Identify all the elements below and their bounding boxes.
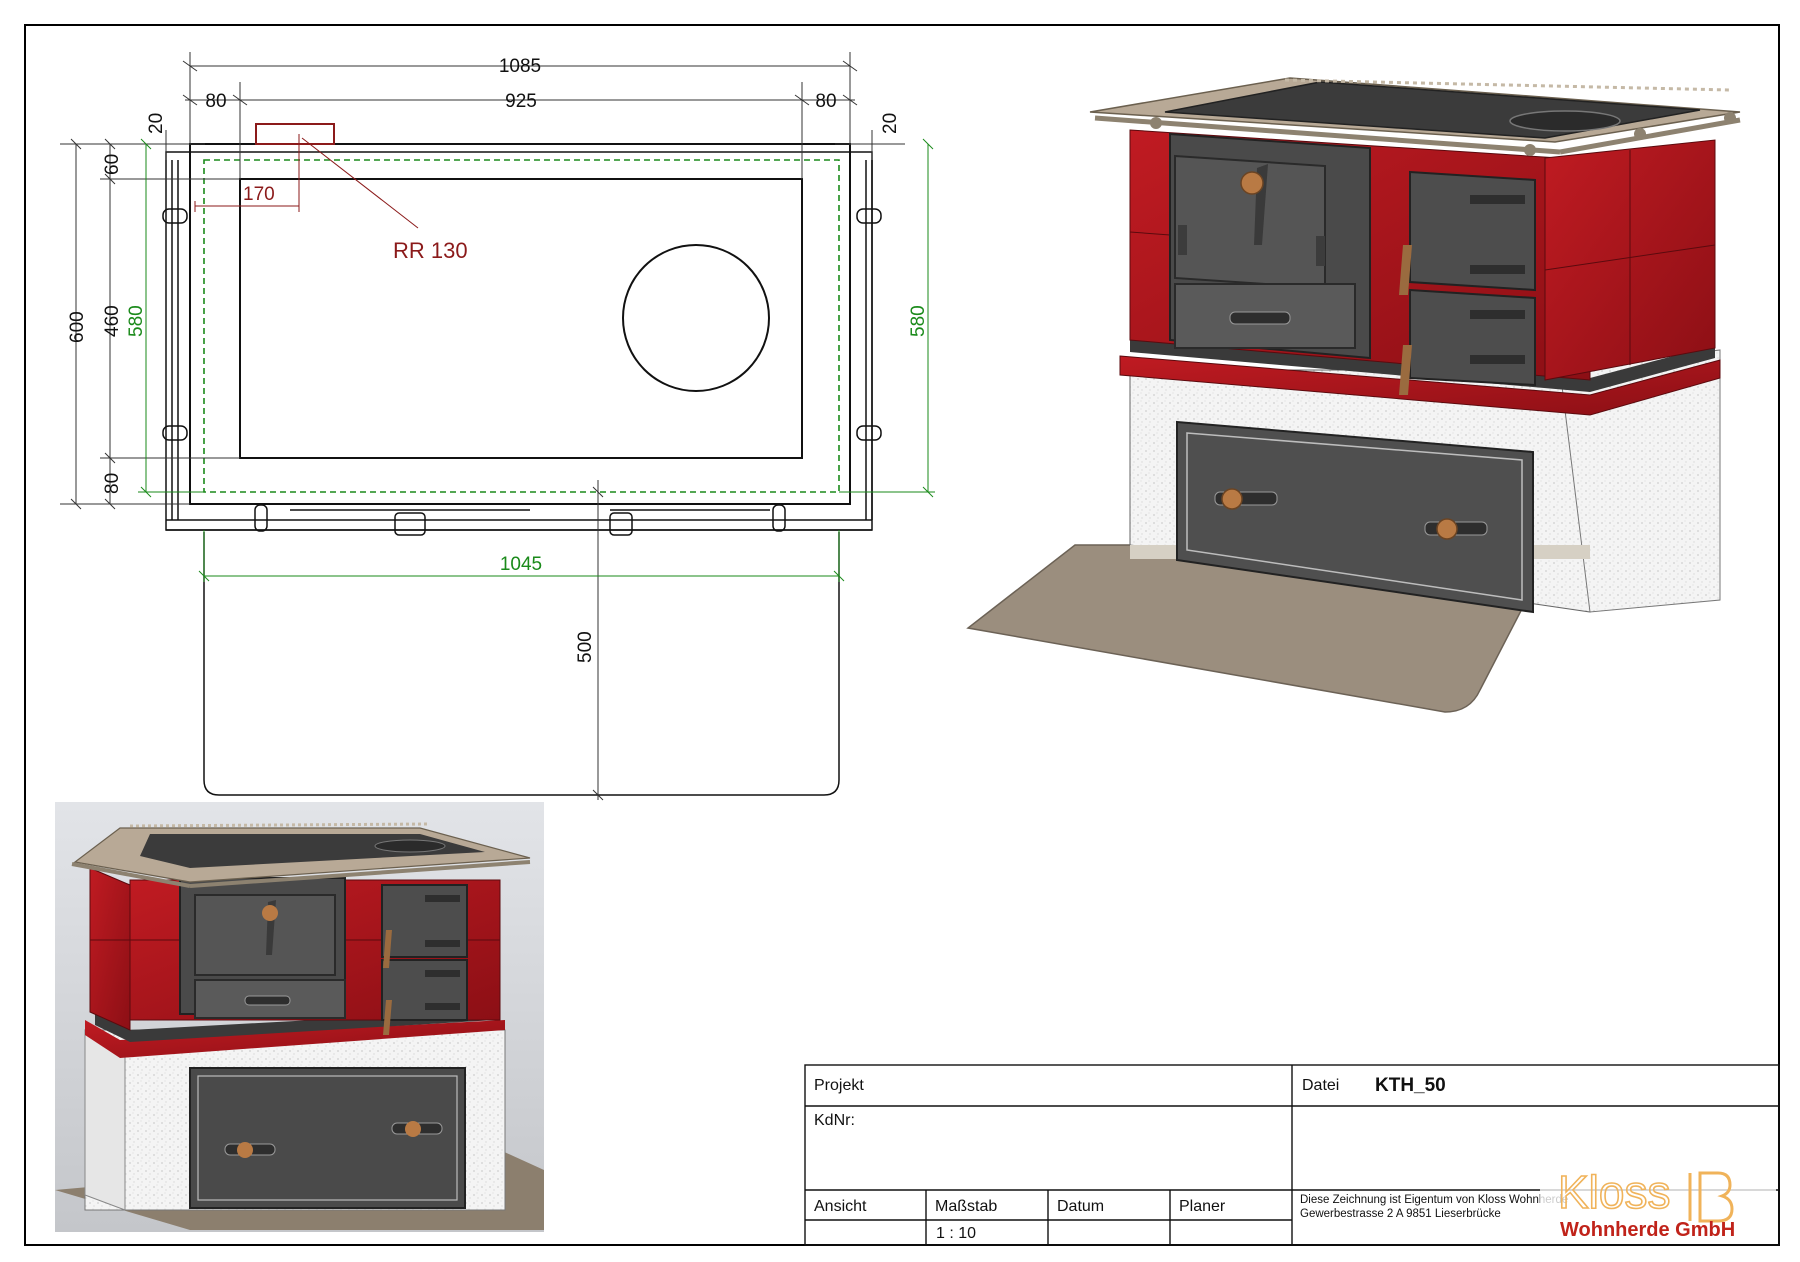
- title-datum-label: Datum: [1057, 1198, 1104, 1215]
- stove-photo-thumbnail: [55, 802, 544, 1232]
- company-logo: Kloss Wohnherde GmbH: [1540, 1165, 1776, 1242]
- title-ansicht-label: Ansicht: [814, 1198, 867, 1215]
- dim-right-offset: 20: [880, 113, 901, 134]
- title-massstab-value: 1 : 10: [936, 1225, 976, 1242]
- title-owner-line2: Gewerbestrasse 2 A 9851 Lieserbrücke: [1300, 1208, 1501, 1220]
- dim-overall-width: 1085: [499, 56, 541, 77]
- dim-top-band: 60: [102, 154, 123, 175]
- dim-height-green-right: 580: [908, 305, 929, 337]
- dim-right-margin: 80: [815, 91, 836, 112]
- dim-height-green-left: 580: [126, 305, 147, 337]
- hotplate-ring: [622, 244, 770, 392]
- stove-outline: [189, 143, 851, 505]
- hob-plate: [239, 178, 803, 459]
- dimension-lines: [60, 52, 905, 801]
- dim-center-width: 925: [505, 91, 537, 112]
- plan-view: [162, 143, 882, 796]
- dim-height-total: 600: [67, 311, 88, 343]
- dim-bottom-band: 80: [102, 473, 123, 494]
- title-owner-line1: Diese Zeichnung ist Eigentum von Kloss W…: [1300, 1194, 1568, 1206]
- dim-clearance-depth: 500: [575, 631, 596, 663]
- dim-green-width: 1045: [500, 554, 542, 575]
- title-massstab-label: Maßstab: [935, 1198, 997, 1215]
- dim-left-margin: 80: [205, 91, 226, 112]
- flue-dimension-lines: [194, 134, 419, 229]
- title-planer-label: Planer: [1179, 1198, 1226, 1215]
- dim-height-inner: 460: [102, 305, 123, 337]
- title-datei-label: Datei: [1302, 1077, 1339, 1094]
- logo-company: Wohnherde GmbH: [1560, 1219, 1735, 1241]
- technical-drawing-sheet: 1085 80 925 80 20 20 60 170 RR 130 600 4…: [24, 24, 1780, 1246]
- flue-outlet: [255, 123, 335, 145]
- logo-word: Kloss: [1558, 1166, 1670, 1218]
- title-projekt-label: Projekt: [814, 1077, 864, 1094]
- title-kdnr-label: KdNr:: [814, 1112, 855, 1129]
- flue-label: RR 130: [393, 238, 468, 263]
- dim-left-offset: 20: [146, 113, 167, 134]
- dim-flue-offset: 170: [243, 184, 275, 205]
- green-dimension-lines: [138, 138, 935, 582]
- stove-3d-render: [966, 77, 1741, 713]
- title-datei-value: KTH_50: [1375, 1075, 1446, 1096]
